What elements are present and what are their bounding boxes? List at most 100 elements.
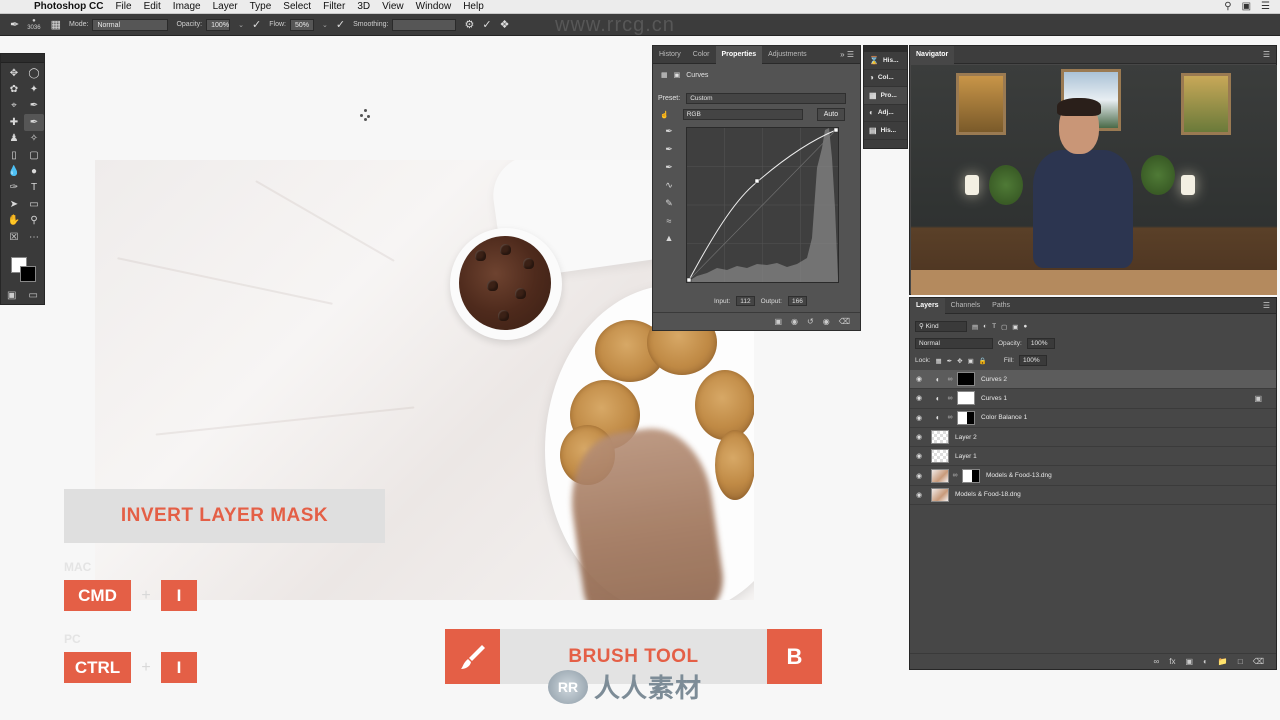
gray-point-eyedropper-icon[interactable]: ✒ (665, 144, 673, 155)
layer-name[interactable]: Models & Food-13.dng (986, 472, 1052, 479)
layer-opacity-field[interactable]: 100% (1026, 338, 1055, 349)
menu-view[interactable]: View (382, 1, 404, 12)
path-select-tool-icon[interactable]: ➤ (4, 196, 24, 212)
menu-select[interactable]: Select (283, 1, 311, 12)
type-filter-icon[interactable]: T (992, 323, 996, 330)
tab-navigator[interactable]: Navigator (910, 45, 955, 64)
brush-preset-picker[interactable]: ● 3036 (27, 18, 40, 32)
layer-mask-thumbnail[interactable] (957, 410, 975, 425)
menu-edit[interactable]: Edit (144, 1, 161, 12)
gradient-tool-icon[interactable]: ▢ (24, 147, 44, 163)
list-icon[interactable]: ☰ (1261, 1, 1270, 12)
link-icon[interactable]: ∞ (951, 472, 959, 479)
panel-menu-icon[interactable]: » ☰ (840, 50, 860, 59)
menu-type[interactable]: Type (250, 1, 272, 12)
fx-icon[interactable]: fx (1169, 657, 1175, 666)
tab-color[interactable]: Color (687, 46, 716, 64)
layer-row-curves-2[interactable]: ◉ ◐ ∞ Curves 2 (910, 370, 1276, 390)
auto-button[interactable]: Auto (816, 108, 846, 121)
tab-properties[interactable]: Properties (715, 45, 763, 64)
lasso-tool-icon[interactable]: ✿ (4, 81, 24, 97)
healing-tool-icon[interactable]: ✚ (4, 114, 24, 130)
input-field[interactable]: 112 (736, 296, 755, 306)
dock-item-color[interactable]: ◑ Col... (864, 70, 907, 87)
eyedropper-tool-icon[interactable]: ✒ (24, 98, 44, 114)
symmetry-icon[interactable]: ❖ (500, 18, 510, 31)
layer-thumbnail[interactable] (931, 449, 949, 464)
menu-filter[interactable]: Filter (323, 1, 345, 12)
zoom-tool-icon[interactable]: ⚲ (24, 213, 44, 229)
layer-mask-thumbnail[interactable] (957, 372, 975, 387)
screen-mode-icon[interactable]: ▭ (29, 290, 38, 301)
brush-settings-icon[interactable]: ▦ (51, 18, 61, 31)
adjustment-filter-icon[interactable]: ◐ (983, 323, 987, 330)
eye-icon[interactable]: ◉ (916, 472, 928, 480)
window-icon[interactable]: ▣ (1242, 1, 1251, 12)
curves-graph[interactable] (686, 127, 839, 283)
menu-help[interactable]: Help (463, 1, 484, 12)
panel-menu-icon[interactable]: ☰ (1263, 50, 1276, 59)
lock-position-icon[interactable]: ✥ (957, 357, 962, 365)
move-tool-icon[interactable]: ✥ (4, 65, 24, 81)
view-previous-icon[interactable]: ◉ (791, 317, 798, 326)
tab-channels[interactable]: Channels (945, 298, 987, 314)
layer-row-models-food-18[interactable]: ◉ Models & Food-18.dng (910, 486, 1276, 506)
layer-name[interactable]: Layer 1 (955, 453, 977, 460)
layer-row-curves-1[interactable]: ◉ ◐ ∞ Curves 1 ▣ (910, 389, 1276, 409)
eye-icon[interactable]: ◉ (916, 433, 928, 441)
white-point-eyedropper-icon[interactable]: ✒ (665, 162, 673, 173)
layer-thumbnail[interactable] (931, 468, 949, 483)
tools-panel-header[interactable] (1, 54, 44, 63)
smart-object-filter-icon[interactable]: ▣ (1012, 323, 1018, 331)
lock-artboard-icon[interactable]: ▣ (968, 357, 974, 365)
clipping-warning-icon[interactable]: ▲ (665, 233, 674, 243)
app-name[interactable]: Photoshop CC (34, 1, 103, 12)
background-color-swatch[interactable] (20, 266, 36, 282)
crop-tool-icon[interactable]: ⌖ (4, 98, 24, 114)
eye-icon[interactable]: ◉ (916, 452, 928, 460)
magic-wand-tool-icon[interactable]: ✦ (24, 81, 44, 97)
tab-paths[interactable]: Paths (986, 298, 1016, 314)
lock-transparency-icon[interactable]: ▦ (936, 357, 942, 365)
more-tools-icon[interactable]: ⋯ (24, 229, 44, 245)
smoothing-field[interactable] (392, 18, 457, 31)
dock-item-histogram[interactable]: ▤ His... (864, 122, 907, 140)
frame-tool-icon[interactable]: ☒ (4, 229, 24, 245)
layer-thumbnail[interactable] (931, 487, 949, 502)
tab-history[interactable]: History (653, 46, 687, 64)
dock-item-properties[interactable]: ▦ Pro... (864, 87, 907, 105)
menu-file[interactable]: File (115, 1, 131, 12)
smooth-curve-icon[interactable]: ≈ (667, 216, 672, 226)
curve-edit-icon[interactable]: ∿ (665, 180, 673, 191)
pixel-filter-icon[interactable]: ▤ (972, 323, 978, 331)
tab-layers[interactable]: Layers (910, 297, 945, 314)
layer-row-layer-1[interactable]: ◉ Layer 1 (910, 447, 1276, 467)
eraser-tool-icon[interactable]: ▯ (4, 147, 24, 163)
dock-item-history[interactable]: ⌛ His... (864, 52, 907, 70)
brush-tool-icon-active[interactable]: ✒ (24, 114, 44, 131)
search-icon[interactable]: ⚲ (1224, 1, 1231, 12)
reset-icon[interactable]: ↺ (807, 317, 814, 326)
trash-icon[interactable]: ⌫ (1253, 657, 1264, 666)
layer-mask-thumbnail[interactable] (962, 468, 980, 483)
visibility-icon[interactable]: ◉ (823, 317, 830, 326)
tab-adjustments[interactable]: Adjustments (762, 46, 813, 64)
target-adjust-icon[interactable]: ☝ (660, 111, 669, 119)
layer-name[interactable]: Layer 2 (955, 434, 977, 441)
quick-mask-icon[interactable]: ▣ (7, 290, 16, 301)
menu-3d[interactable]: 3D (357, 1, 370, 12)
lock-all-icon[interactable]: 🔒 (979, 357, 987, 365)
lock-pixels-icon[interactable]: ✒ (947, 357, 952, 365)
menu-layer[interactable]: Layer (213, 1, 238, 12)
layer-row-color-balance-1[interactable]: ◉ ◐ ∞ Color Balance 1 (910, 409, 1276, 428)
preset-select[interactable]: Custom (686, 93, 847, 104)
layer-row-layer-2[interactable]: ◉ Layer 2 (910, 428, 1276, 448)
fill-field[interactable]: 100% (1018, 355, 1047, 366)
dock-item-adjustments[interactable]: ◐ Adj... (864, 105, 907, 122)
airbrush-icon[interactable]: ✓ (336, 18, 345, 31)
layer-name[interactable]: Curves 1 (981, 395, 1007, 402)
brush-tool-icon[interactable]: ✒ (10, 18, 19, 31)
link-icon[interactable]: ∞ (946, 395, 954, 402)
filter-toggle-icon[interactable]: ● (1023, 323, 1027, 330)
layer-thumbnail[interactable] (931, 430, 949, 445)
